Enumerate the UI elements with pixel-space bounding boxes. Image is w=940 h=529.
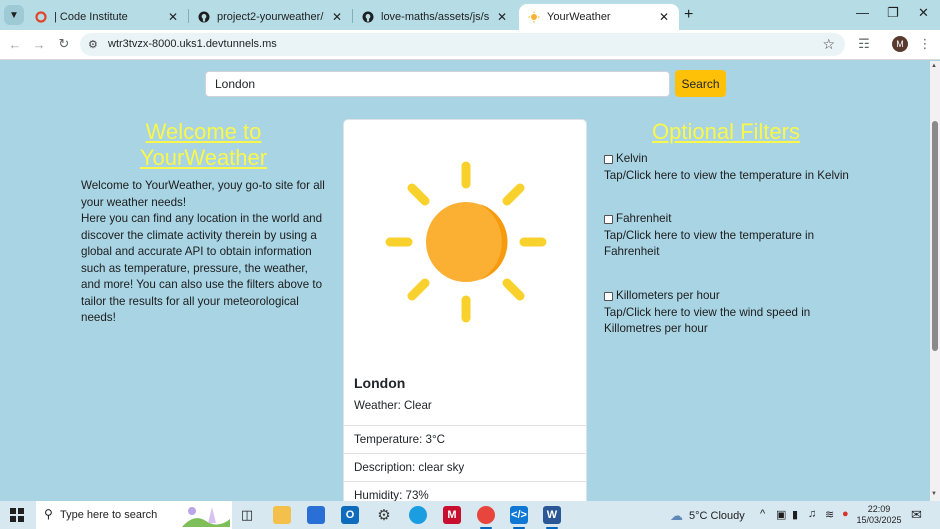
- settings-gear-icon[interactable]: ⚙: [375, 506, 393, 524]
- back-arrow-icon[interactable]: ←: [7, 36, 23, 52]
- github-icon: [197, 11, 210, 24]
- filter-label: Fahrenheit: [616, 212, 672, 225]
- profile-avatar[interactable]: M: [892, 36, 908, 52]
- taskbar-search-placeholder: Type here to search: [60, 509, 158, 521]
- volume-icon[interactable]: ♫: [808, 508, 816, 520]
- welcome-paragraph: Welcome to YourWeather, youy go-to site …: [81, 179, 325, 209]
- notifications-center-icon[interactable]: ✉: [911, 507, 922, 523]
- welcome-text: Welcome to YourWeather, youy go-to site …: [81, 178, 326, 327]
- wifi-icon[interactable]: ≋: [825, 508, 834, 521]
- tab-project2-yourweather[interactable]: project2-yourweather/assets/ja ✕: [189, 4, 352, 30]
- scroll-up-icon[interactable]: ▲: [931, 63, 937, 69]
- tab-yourweather[interactable]: YourWeather ✕: [519, 4, 679, 30]
- windows-taskbar: ⚲ Type here to search ◫ O ⚙ M </> W ☁ 5°…: [0, 501, 940, 529]
- close-tab-icon[interactable]: ✕: [330, 10, 344, 24]
- taskbar-weather-text: 5°C Cloudy: [689, 510, 745, 522]
- browser-toolbar: ← → ↻ ⚙ wtr3tvzx-8000.uks1.devtunnels.ms…: [0, 30, 940, 60]
- clock-date: 15/03/2025: [856, 515, 902, 525]
- vscode-icon[interactable]: </>: [510, 506, 528, 524]
- page-content: London Search Welcome to YourWeather Wel…: [0, 61, 930, 501]
- edge-browser-icon[interactable]: [409, 506, 427, 524]
- search-button[interactable]: Search: [675, 70, 726, 97]
- tab-title: project2-yourweather/assets/ja: [217, 11, 324, 23]
- weather-condition: Weather: Clear: [354, 399, 432, 412]
- clock-time: 22:09: [867, 504, 891, 514]
- url-text: wtr3tvzx-8000.uks1.devtunnels.ms: [108, 38, 277, 50]
- github-icon: [361, 11, 374, 24]
- temperature-row: Temperature: 3°C: [344, 425, 586, 453]
- page-scrollbar[interactable]: ▲ ▼: [930, 61, 940, 501]
- microsoft-store-icon[interactable]: [307, 506, 325, 524]
- chrome-icon[interactable]: [477, 506, 495, 524]
- close-tab-icon[interactable]: ✕: [166, 10, 180, 24]
- file-explorer-icon[interactable]: [273, 506, 291, 524]
- location-search-input[interactable]: London: [205, 71, 670, 97]
- tab-search-chevron-icon[interactable]: ▼: [4, 5, 24, 25]
- weather-card: London Weather: Clear Temperature: 3°C D…: [343, 119, 587, 501]
- filter-description: Tap/Click here to view the wind speed in…: [604, 305, 811, 336]
- tab-title: YourWeather: [547, 11, 611, 23]
- filter-description: Tap/Click here to view the temperature i…: [604, 168, 849, 182]
- close-window-icon[interactable]: ✕: [918, 5, 929, 21]
- mcafee-icon[interactable]: M: [443, 506, 461, 524]
- cloud-icon: ☁: [670, 508, 683, 523]
- browser-menu-icon[interactable]: ⋮: [917, 36, 933, 52]
- search-icon: ⚲: [44, 507, 53, 521]
- clear-sky-sun-icon: [385, 161, 547, 323]
- code-institute-icon: [34, 11, 47, 24]
- scrollbar-thumb[interactable]: [932, 121, 938, 351]
- reload-icon[interactable]: ↻: [56, 36, 72, 52]
- filter-kilometers-per-hour: Killometers per hour Tap/Click here to v…: [604, 288, 854, 338]
- scroll-down-icon[interactable]: ▼: [931, 491, 937, 497]
- description-row: Description: clear sky: [344, 453, 586, 481]
- extensions-puzzle-icon[interactable]: ☶: [856, 36, 872, 52]
- filters-title: Optional Filters: [652, 119, 800, 144]
- filter-label: Kelvin: [616, 152, 648, 165]
- minimize-icon[interactable]: —: [856, 5, 869, 20]
- search-highlight-illustration-icon: [182, 507, 230, 527]
- tab-code-institute[interactable]: | Code Institute ✕: [26, 4, 188, 30]
- restore-window-icon[interactable]: ❐: [887, 5, 899, 21]
- welcome-paragraph: Here you can find any location in the wo…: [81, 212, 323, 324]
- windows-start-icon[interactable]: [10, 508, 24, 522]
- show-hidden-icons-chevron-icon[interactable]: ^: [760, 508, 765, 520]
- outlook-icon[interactable]: O: [341, 506, 359, 524]
- fahrenheit-checkbox[interactable]: [604, 214, 613, 224]
- filter-kelvin: Kelvin Tap/Click here to view the temper…: [604, 151, 854, 184]
- word-icon[interactable]: W: [543, 506, 561, 524]
- site-info-icon[interactable]: ⚙: [88, 38, 98, 51]
- taskbar-clock[interactable]: 22:09 15/03/2025: [856, 504, 902, 526]
- filter-label: Killometers per hour: [616, 289, 720, 302]
- kmh-checkbox[interactable]: [604, 291, 613, 301]
- filter-fahrenheit: Fahrenheit Tap/Click here to view the te…: [604, 211, 854, 261]
- meet-now-icon[interactable]: ▣: [776, 508, 786, 521]
- tab-love-maths[interactable]: love-maths/assets/js/script.js a ✕: [353, 4, 517, 30]
- forward-arrow-icon[interactable]: →: [31, 36, 47, 52]
- welcome-title: Welcome to YourWeather: [139, 119, 268, 170]
- kelvin-checkbox[interactable]: [604, 154, 613, 164]
- taskbar-search-box[interactable]: ⚲ Type here to search: [36, 501, 232, 529]
- tab-title: | Code Institute: [54, 11, 128, 23]
- taskbar-weather[interactable]: ☁ 5°C Cloudy: [670, 508, 745, 524]
- humidity-row: Humidity: 73%: [344, 481, 586, 501]
- battery-icon[interactable]: ▮: [792, 508, 798, 521]
- notification-alert-icon[interactable]: ●: [842, 508, 849, 520]
- address-bar[interactable]: ⚙ wtr3tvzx-8000.uks1.devtunnels.ms ☆: [80, 33, 845, 56]
- filter-description: Tap/Click here to view the temperature i…: [604, 228, 815, 259]
- browser-tab-strip: ▼ | Code Institute ✕ project2-yourweathe…: [0, 0, 940, 30]
- new-tab-plus-icon[interactable]: +: [684, 6, 693, 24]
- sun-icon: [527, 11, 540, 24]
- city-name: London: [354, 375, 406, 391]
- tab-title: love-maths/assets/js/script.js a: [381, 11, 489, 23]
- close-tab-icon[interactable]: ✕: [495, 10, 509, 24]
- bookmark-star-icon[interactable]: ☆: [822, 36, 835, 53]
- task-view-icon[interactable]: ◫: [238, 506, 256, 524]
- close-tab-icon[interactable]: ✕: [657, 10, 671, 24]
